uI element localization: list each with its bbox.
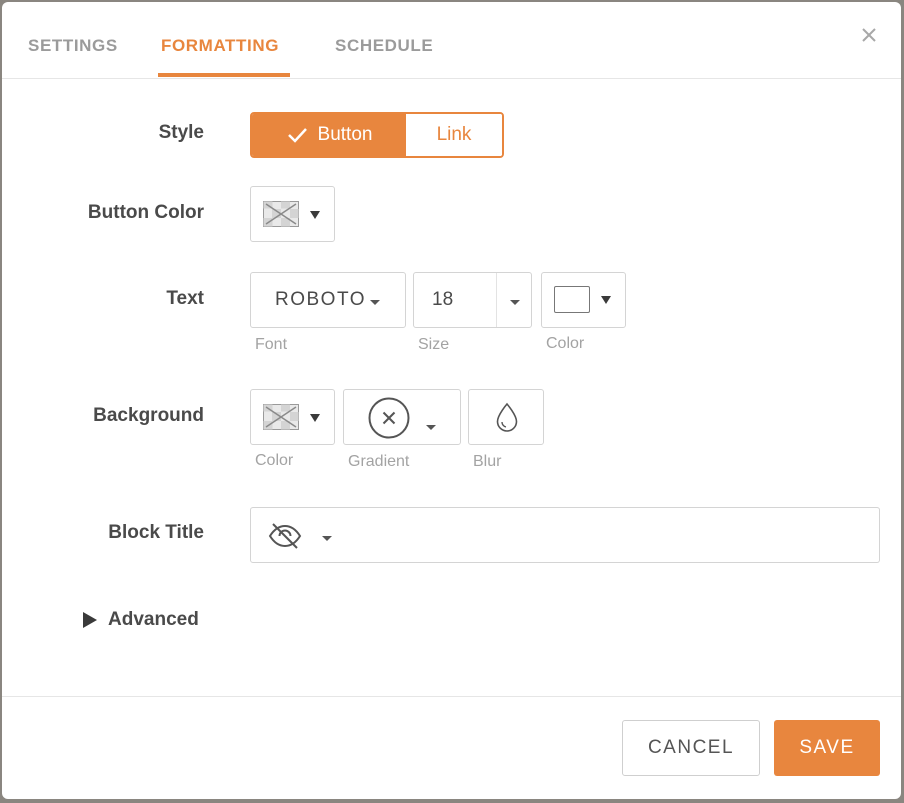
- background-color-picker[interactable]: [250, 389, 335, 445]
- formatting-dialog: SETTINGS FORMATTING SCHEDULE Style Butto…: [2, 2, 901, 799]
- button-color-picker[interactable]: [250, 186, 335, 242]
- font-sub-label: Font: [255, 336, 288, 353]
- size-divider: [496, 273, 497, 327]
- font-select[interactable]: ROBOTO: [250, 272, 406, 328]
- advanced-label: Advanced: [108, 609, 199, 630]
- style-option-button-label: Button: [317, 124, 373, 145]
- chevron-down-icon: [426, 425, 436, 430]
- style-toggle: Button Link: [250, 112, 504, 158]
- chevron-down-icon: [310, 414, 320, 422]
- footer-divider: [2, 696, 901, 697]
- size-sub-label: Size: [418, 336, 450, 353]
- chevron-down-icon[interactable]: [510, 300, 520, 305]
- block-title-input[interactable]: [350, 507, 880, 563]
- chevron-down-icon: [370, 300, 380, 305]
- size-stepper[interactable]: 18: [413, 272, 532, 328]
- text-label: Text: [166, 288, 204, 309]
- chevron-down-icon: [310, 211, 320, 219]
- circle-x-icon: [368, 397, 410, 439]
- size-value: 18: [432, 289, 454, 310]
- checkmark-icon: [287, 128, 307, 143]
- gradient-select[interactable]: [343, 389, 461, 445]
- close-icon[interactable]: [858, 24, 880, 46]
- droplet-icon: [496, 402, 518, 432]
- advanced-toggle[interactable]: Advanced: [82, 609, 199, 631]
- tab-schedule[interactable]: SCHEDULE: [335, 36, 433, 56]
- block-title-label: Block Title: [108, 522, 204, 543]
- blur-sub-label: Blur: [473, 453, 502, 470]
- style-label: Style: [158, 122, 204, 143]
- tab-bar: SETTINGS FORMATTING SCHEDULE: [2, 2, 901, 79]
- save-button[interactable]: SAVE: [774, 720, 880, 776]
- tab-formatting[interactable]: FORMATTING: [161, 36, 279, 56]
- blur-button[interactable]: [468, 389, 544, 445]
- style-option-link[interactable]: Link: [406, 114, 502, 156]
- chevron-down-icon: [322, 536, 332, 541]
- chevron-down-icon: [601, 296, 611, 304]
- eye-slash-icon: [268, 523, 302, 549]
- text-color-swatch: [554, 286, 590, 313]
- title-visibility-select[interactable]: [250, 507, 351, 563]
- text-color-sub-label: Color: [546, 335, 585, 352]
- cancel-button[interactable]: CANCEL: [622, 720, 760, 776]
- style-option-button[interactable]: Button: [252, 114, 406, 156]
- tab-settings[interactable]: SETTINGS: [28, 36, 118, 56]
- text-color-picker[interactable]: [541, 272, 626, 328]
- button-color-label: Button Color: [87, 202, 204, 223]
- triangle-right-icon: [83, 612, 97, 628]
- gradient-sub-label: Gradient: [348, 453, 410, 470]
- active-tab-indicator: [158, 73, 290, 77]
- font-value: ROBOTO: [275, 289, 366, 310]
- background-color-sub-label: Color: [255, 452, 294, 469]
- background-label: Background: [93, 405, 204, 426]
- no-color-swatch-icon: [263, 404, 299, 430]
- no-color-swatch-icon: [263, 201, 299, 227]
